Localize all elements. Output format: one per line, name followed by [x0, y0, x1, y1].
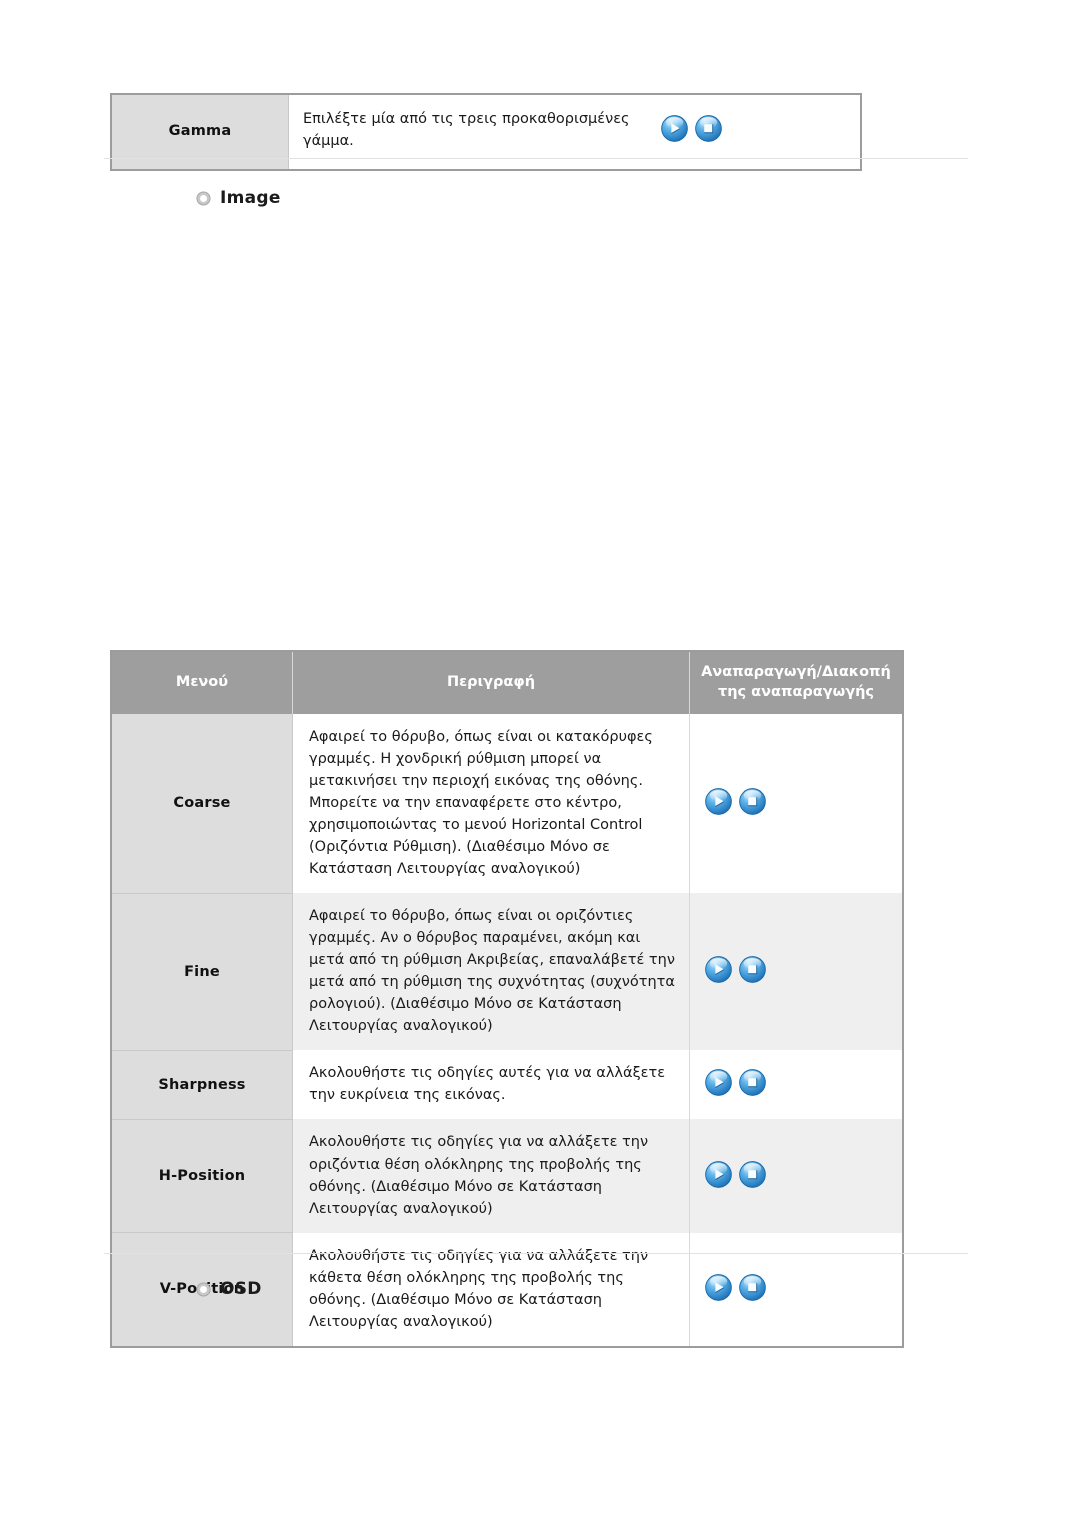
arrow-circle-bullet-icon	[196, 191, 211, 206]
playback-button-pair	[704, 955, 767, 984]
play-button-icon[interactable]	[704, 787, 733, 816]
section-title-image: Image	[220, 188, 281, 208]
play-button-icon[interactable]	[660, 114, 689, 143]
row-description-fine: Αφαιρεί το θόρυβο, όπως είναι οι οριζόντ…	[292, 893, 690, 1051]
playback-button-pair	[660, 114, 723, 143]
row-menu-h-position: H-Position	[111, 1119, 293, 1234]
arrow-circle-bullet-icon	[196, 1282, 211, 1297]
column-header-description: Περιγραφή	[292, 651, 690, 714]
playback-button-pair	[704, 1273, 767, 1302]
table-row: Fine Αφαιρεί το θόρυβο, όπως είναι οι ορ…	[111, 893, 903, 1051]
section-heading-image: Image	[196, 190, 281, 207]
playback-button-pair	[704, 1160, 767, 1189]
row-menu-coarse: Coarse	[111, 714, 293, 894]
row-menu-fine: Fine	[111, 893, 293, 1051]
stop-button-icon[interactable]	[694, 114, 723, 143]
row-playback-coarse	[689, 714, 903, 894]
stop-button-icon[interactable]	[738, 1273, 767, 1302]
row-playback-fine	[689, 893, 903, 1051]
divider-rule-top	[104, 158, 968, 159]
play-button-icon[interactable]	[704, 1273, 733, 1302]
table-row: Coarse Αφαιρεί το θόρυβο, όπως είναι οι …	[111, 714, 903, 894]
row-description-sharpness: Ακολουθήστε τις οδηγίες αυτές για να αλλ…	[292, 1050, 690, 1120]
play-button-icon[interactable]	[704, 1160, 733, 1189]
play-button-icon[interactable]	[704, 955, 733, 984]
playback-button-pair	[704, 787, 767, 816]
divider-rule-bottom	[104, 1253, 968, 1254]
image-table-wrapper: Μενού Περιγραφή Αναπαραγωγή/Διακοπή της …	[110, 650, 904, 1348]
playback-button-pair	[704, 1068, 767, 1097]
column-header-menu: Μενού	[111, 651, 293, 714]
row-description-v-position: Ακολουθήστε τις οδηγίες για να αλλάξετε …	[292, 1232, 690, 1347]
row-menu-sharpness: Sharpness	[111, 1050, 293, 1120]
table-row: H-Position Ακολουθήστε τις οδηγίες για ν…	[111, 1119, 903, 1234]
column-header-playback: Αναπαραγωγή/Διακοπή της αναπαραγωγής	[689, 651, 903, 714]
image-settings-table: Μενού Περιγραφή Αναπαραγωγή/Διακοπή της …	[110, 650, 904, 1348]
stop-button-icon[interactable]	[738, 787, 767, 816]
play-button-icon[interactable]	[704, 1068, 733, 1097]
row-description-coarse: Αφαιρεί το θόρυβο, όπως είναι οι κατακόρ…	[292, 714, 690, 894]
row-description-h-position: Ακολουθήστε τις οδηγίες για να αλλάξετε …	[292, 1119, 690, 1233]
table-body: Coarse Αφαιρεί το θόρυβο, όπως είναι οι …	[111, 714, 903, 1347]
table-row: Sharpness Ακολουθήστε τις οδηγίες αυτές …	[111, 1050, 903, 1120]
document-page: Gamma Επιλέξτε μία από τις τρεις προκαθο…	[0, 0, 1080, 1528]
stop-button-icon[interactable]	[738, 955, 767, 984]
section-heading-osd: OSD	[196, 1281, 262, 1298]
stop-button-icon[interactable]	[738, 1068, 767, 1097]
row-playback-v-position	[689, 1232, 903, 1347]
table-header-row: Μενού Περιγραφή Αναπαραγωγή/Διακοπή της …	[111, 651, 903, 714]
row-playback-h-position	[689, 1119, 903, 1233]
row-playback-sharpness	[689, 1050, 903, 1120]
table-header: Μενού Περιγραφή Αναπαραγωγή/Διακοπή της …	[111, 651, 903, 714]
section-title-osd: OSD	[220, 1279, 262, 1299]
stop-button-icon[interactable]	[738, 1160, 767, 1189]
